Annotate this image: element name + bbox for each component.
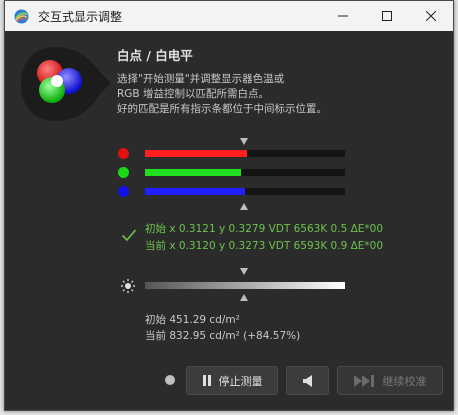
luminance-initial: 初始 451.29 cd/m² — [145, 314, 240, 326]
instruction-line: RGB 增益控制以匹配所需白点。 — [117, 88, 269, 100]
green-bar-fill — [145, 169, 241, 176]
rgb-target-bottom-marker — [240, 203, 248, 210]
page-heading: 白点 / 白电平 — [117, 48, 193, 63]
red-bar-fill — [145, 150, 247, 157]
blue-bar-fill — [145, 188, 245, 195]
instructions: 选择"开始测量"并调整显示器色温或 RGB 增益控制以匹配所需白点。 好的匹配是… — [117, 72, 437, 117]
green-dot — [118, 167, 129, 178]
sound-button[interactable] — [286, 366, 329, 395]
app-logo-icon — [14, 9, 29, 24]
speaker-icon — [302, 374, 312, 387]
instruction-line: 选择"开始测量"并调整显示器色温或 — [117, 73, 285, 85]
rgb-illustration-icon — [21, 47, 111, 121]
instruction-line: 好的匹配是所有指示条都位于中间标示位置。 — [117, 103, 327, 115]
continue-calibration-button[interactable]: 继续校准 — [337, 366, 443, 395]
stop-measurement-button[interactable]: 停止测量 — [186, 366, 278, 395]
measurement-current: 当前 x 0.3120 y 0.3273 VDT 6593K 0.9 ΔE*00 — [145, 240, 384, 252]
app-window: 交互式显示调整 白点 / 白电平 选择"开始测量"并调整显示器色温或 RGB 增… — [4, 0, 454, 411]
window-title: 交互式显示调整 — [38, 10, 123, 24]
stop-measurement-label: 停止测量 — [218, 374, 263, 388]
skip-forward-icon — [353, 374, 376, 387]
luminance-bar — [145, 282, 345, 289]
minimize-button[interactable] — [321, 1, 365, 31]
luminance-current: 当前 832.95 cd/m² (+84.57%) — [145, 330, 301, 342]
green-bar — [145, 169, 345, 176]
luminance-target-bottom-marker — [240, 294, 248, 301]
measurement-initial: 初始 x 0.3121 y 0.3279 VDT 6563K 0.5 ΔE*00 — [145, 223, 384, 235]
title-bar: 交互式显示调整 — [5, 1, 453, 31]
close-icon — [426, 11, 436, 21]
status-indicator — [165, 375, 175, 385]
sun-icon — [121, 279, 135, 293]
blue-dot — [118, 186, 129, 197]
blue-bar — [145, 188, 345, 195]
rgb-target-top-marker — [240, 138, 248, 145]
maximize-button[interactable] — [365, 1, 409, 31]
close-button[interactable] — [409, 1, 453, 31]
check-icon — [121, 229, 137, 242]
red-bar — [145, 150, 345, 157]
minimize-icon — [338, 15, 348, 17]
red-dot — [118, 148, 129, 159]
continue-calibration-label: 继续校准 — [382, 374, 427, 388]
maximize-icon — [382, 11, 392, 21]
luminance-target-top-marker — [240, 268, 248, 275]
pause-icon — [202, 375, 212, 386]
